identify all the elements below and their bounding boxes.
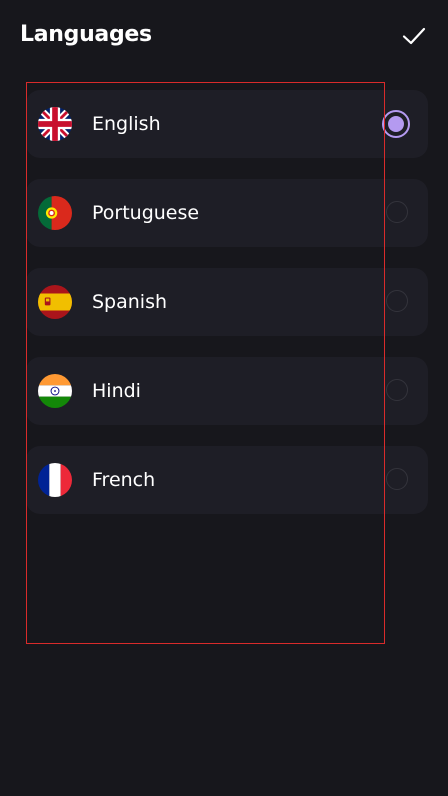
radio-unselected[interactable] (386, 290, 408, 312)
radio-unselected[interactable] (386, 379, 408, 401)
checkmark-icon[interactable] (400, 22, 428, 50)
language-option-portuguese[interactable]: Portuguese (26, 179, 428, 247)
portugal-flag-icon (38, 196, 72, 230)
language-label: Spanish (92, 291, 168, 313)
language-list: English Portuguese Spanish Hindi French (26, 90, 428, 535)
india-flag-icon (38, 374, 72, 408)
radio-dot (388, 116, 404, 132)
france-flag-icon (38, 463, 72, 497)
radio-unselected[interactable] (386, 201, 408, 223)
languages-screen: Languages English Portuguese Spanish Hin… (0, 0, 448, 796)
language-option-french[interactable]: French (26, 446, 428, 514)
language-label: Hindi (92, 380, 141, 402)
language-label: French (92, 469, 156, 491)
language-label: English (92, 113, 161, 135)
uk-flag-icon (38, 107, 72, 141)
radio-selected[interactable] (382, 110, 410, 138)
language-label: Portuguese (92, 202, 200, 224)
language-option-spanish[interactable]: Spanish (26, 268, 428, 336)
page-title: Languages (20, 22, 152, 47)
language-option-english[interactable]: English (26, 90, 428, 158)
language-option-hindi[interactable]: Hindi (26, 357, 428, 425)
header: Languages (20, 14, 428, 58)
spain-flag-icon (38, 285, 72, 319)
radio-unselected[interactable] (386, 468, 408, 490)
